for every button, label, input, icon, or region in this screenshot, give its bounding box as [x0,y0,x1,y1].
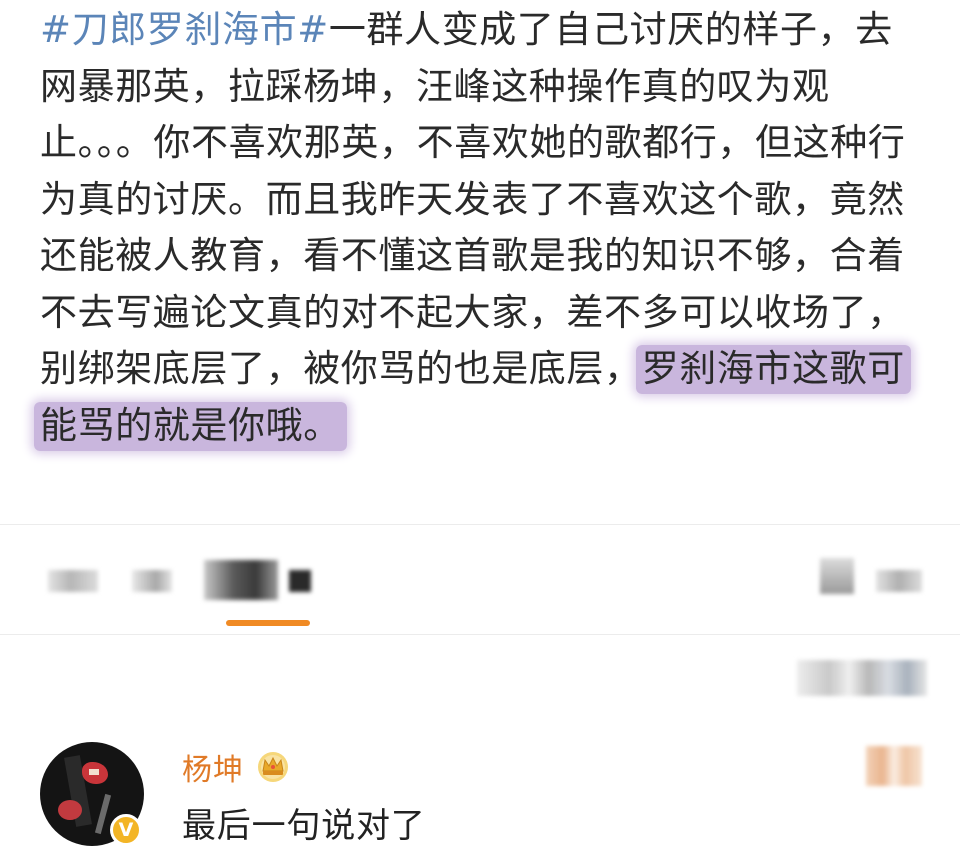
crown-icon [258,752,288,782]
post-body-text: 一群人变成了自己讨厌的样子，去网暴那英，拉踩杨坤，汪峰这种操作真的叹为观止。。。… [40,8,906,390]
tab-likes[interactable] [204,560,278,600]
tab-reposts[interactable] [48,570,98,592]
active-tab-indicator [226,620,310,626]
avatar-guitar-detail [89,769,99,775]
sort-control[interactable] [797,660,927,696]
topic-hashtag-link[interactable]: #刀郎罗刹海市# [40,8,329,51]
comment-like-button[interactable] [866,746,922,786]
divider-top [0,524,960,525]
tab-likes-count [289,570,311,592]
avatar-guitar-string [94,793,112,835]
tab-right-a[interactable] [820,558,854,594]
tab-bar [0,558,960,628]
comment-username[interactable]: 杨坤 [182,745,244,789]
tab-right-b[interactable] [876,570,922,592]
post-text: #刀郎罗刹海市#一群人变成了自己讨厌的样子，去网暴那英，拉踩杨坤，汪峰这种操作真… [34,2,930,454]
divider-bottom [0,634,960,635]
avatar-guitar-body-bottom [58,800,82,820]
verified-v-icon: V [110,814,142,846]
comment-text: 最后一句说对了 [182,806,426,846]
tab-comments[interactable] [132,570,172,592]
